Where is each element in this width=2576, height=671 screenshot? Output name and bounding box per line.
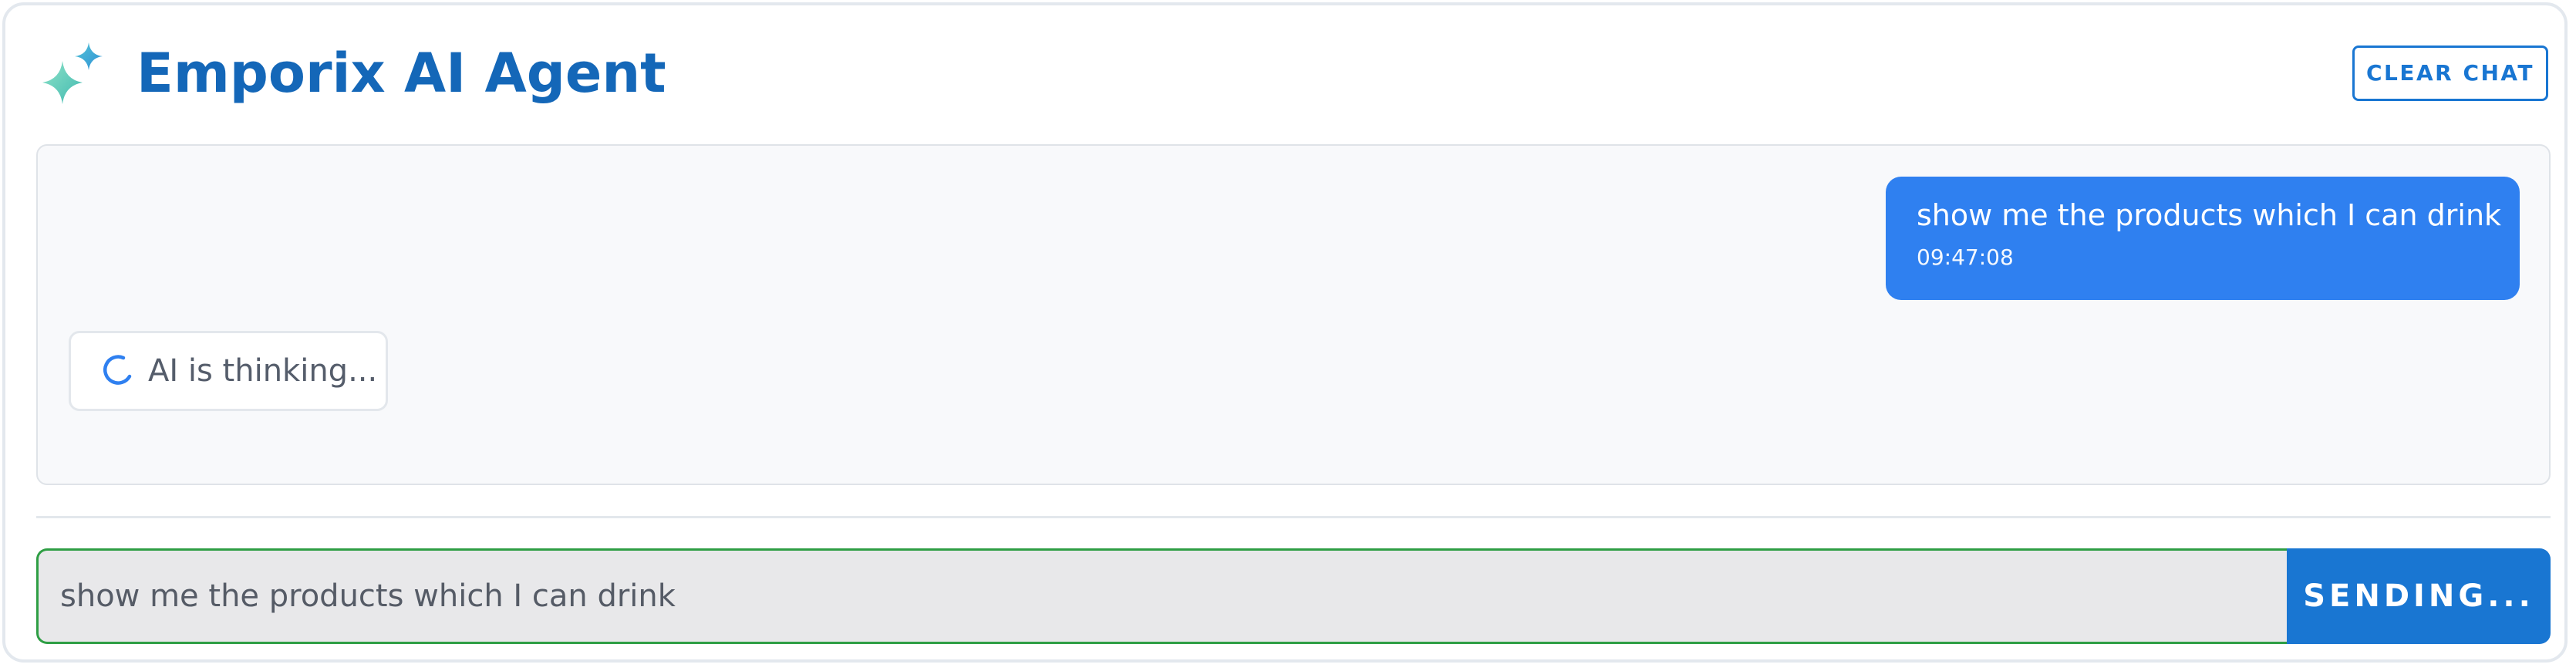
user-message-bubble: show me the products which I can drink 0… [1886,177,2520,300]
thinking-text: AI is thinking... [148,353,378,389]
chat-messages-area[interactable]: show me the products which I can drink 0… [36,144,2551,485]
app-window: Emporix AI Agent CLEAR CHAT show me the … [2,2,2568,663]
app-title: Emporix AI Agent [137,42,666,105]
spinner-icon [100,353,134,387]
message-input[interactable] [36,548,2288,644]
send-button[interactable]: SENDING... [2287,548,2551,644]
clear-chat-button[interactable]: CLEAR CHAT [2352,46,2548,101]
header: Emporix AI Agent CLEAR CHAT [5,5,2576,143]
divider [36,516,2551,518]
thinking-indicator: AI is thinking... [69,331,388,411]
user-message-text: show me the products which I can drink [1917,198,2502,232]
composer: SENDING... [36,548,2551,644]
user-message-timestamp: 09:47:08 [1917,244,2014,270]
sparkles-icon [39,39,110,109]
